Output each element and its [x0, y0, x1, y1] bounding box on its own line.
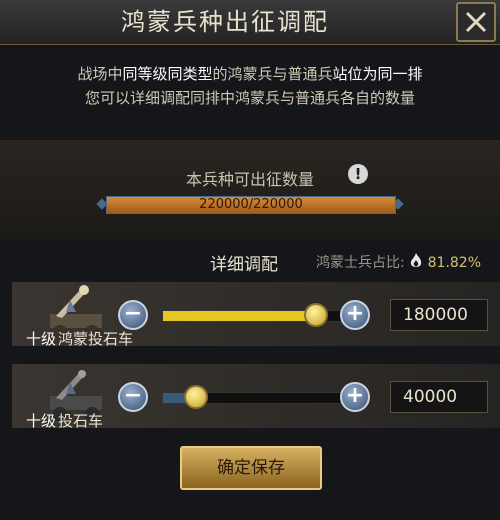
unit-name: 鸿蒙投石车 [58, 330, 134, 348]
unit-row-catapult: 十级 投石车 − + 40000 [12, 364, 500, 430]
desc-part-2: 同等级同类型 [122, 65, 213, 83]
unit-name: 投石车 [58, 412, 104, 430]
desc-part-3: 的鸿蒙兵与普通兵 [212, 65, 333, 83]
increase-button[interactable]: + [340, 382, 370, 412]
unit-rank: 十级 [26, 330, 57, 348]
ratio-line: 鸿蒙士兵占比: 81.82% [316, 252, 481, 272]
desc-part-4: 站位为同一排 [332, 65, 423, 83]
detail-title: 详细调配 [210, 255, 278, 275]
capacity-bar: 220000/220000 [106, 196, 396, 214]
close-icon [465, 11, 487, 33]
desc-line-2: 您可以详细调配同排中鸿蒙兵与普通兵各自的数量 [84, 89, 415, 107]
flame-icon [411, 253, 422, 267]
confirm-save-button[interactable]: 确定保存 [180, 446, 322, 490]
desc-part-1: 战场中 [77, 65, 123, 83]
unit-rank: 十级 [26, 412, 57, 430]
dialog: 鸿蒙兵种出征调配 战场中同等级同类型的鸿蒙兵与普通兵站位为同一排 您可以详细调配… [0, 0, 500, 520]
unit-row-hongmeng-catapult: 十级 鸿蒙投石车 − + 180000 [12, 282, 500, 348]
decrease-button[interactable]: − [118, 300, 148, 330]
description: 战场中同等级同类型的鸿蒙兵与普通兵站位为同一排 您可以详细调配同排中鸿蒙兵与普通… [0, 62, 500, 110]
capacity-value: 220000/220000 [199, 197, 303, 212]
close-button[interactable] [456, 2, 496, 42]
ratio-label: 鸿蒙士兵占比: [316, 255, 405, 271]
decrease-button[interactable]: − [118, 382, 148, 412]
dialog-title: 鸿蒙兵种出征调配 [121, 8, 329, 36]
slider-handle[interactable] [303, 303, 328, 327]
increase-button[interactable]: + [340, 300, 370, 330]
capacity-label: 本兵种可出征数量 [185, 170, 314, 189]
ratio-value: 81.82% [427, 255, 482, 271]
quantity-field[interactable]: 40000 [390, 381, 488, 413]
capacity-panel [0, 140, 500, 240]
slider-fill [163, 311, 317, 321]
quantity-field[interactable]: 180000 [390, 299, 488, 331]
slider-handle[interactable] [184, 385, 209, 409]
warning-icon[interactable]: ! [348, 164, 368, 184]
